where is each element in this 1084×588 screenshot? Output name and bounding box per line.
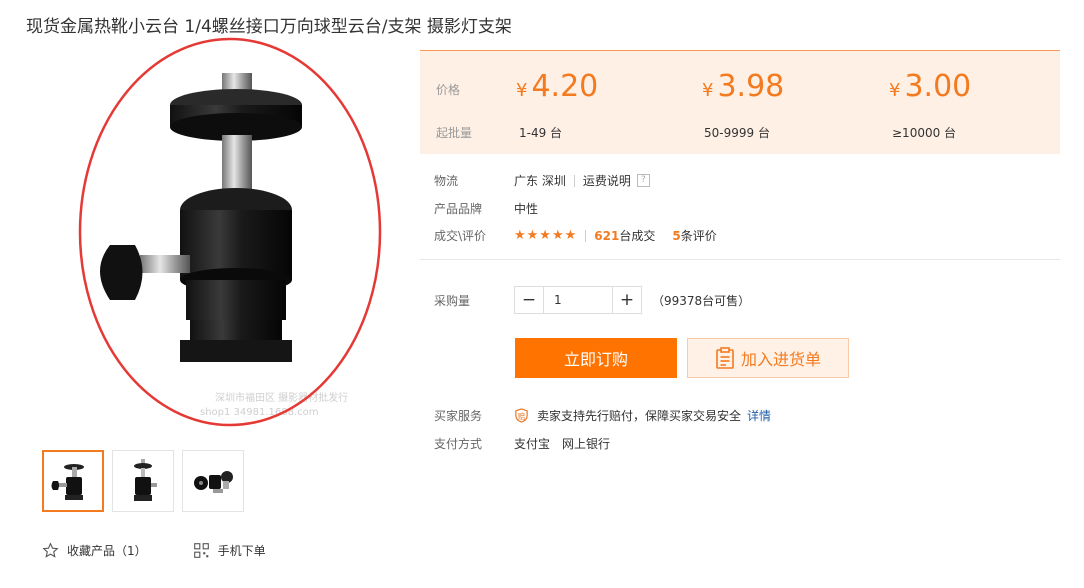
- buyer-service-row: 买家服务 赔 卖家支持先行赔付，保障买家交易安全 详情: [434, 407, 771, 424]
- reviews-suffix: 条评价: [680, 229, 717, 243]
- logistics-label: 物流: [434, 174, 459, 188]
- deals-count[interactable]: 621: [594, 229, 619, 243]
- mobile-order-label: 手机下单: [217, 544, 266, 558]
- purchase-quantity-row: 采购量 − 1 + （99378台可售）: [434, 286, 750, 314]
- brand-row: 产品品牌 中性: [434, 200, 538, 217]
- thumbnail-1[interactable]: [42, 450, 104, 512]
- batch-range-3: ≥10000 台: [892, 126, 957, 140]
- buyer-service-text: 卖家支持先行赔付，保障买家交易安全: [537, 409, 742, 423]
- price-tier-3: ¥ 3.00: [889, 69, 971, 104]
- thumb-front-icon: [51, 464, 84, 500]
- svg-text:赔: 赔: [518, 411, 526, 421]
- transactions-label: 成交\评价: [434, 229, 487, 243]
- favorite-label: 收藏产品（1）: [67, 544, 147, 558]
- svg-text:shop1 34981.1688.com: shop1 34981.1688.com: [200, 407, 319, 418]
- section-divider: [420, 259, 1060, 260]
- price-value: 4.20: [531, 69, 599, 104]
- buyer-service-label: 买家服务: [434, 409, 483, 423]
- svg-text:深圳市福田区 摄影器材批发行: 深圳市福田区 摄影器材批发行: [215, 391, 348, 404]
- quantity-stepper: − 1 +: [514, 286, 642, 314]
- shipping-note-link[interactable]: 运费说明: [583, 172, 631, 189]
- increase-button[interactable]: +: [613, 287, 641, 313]
- add-to-list-button[interactable]: 加入进货单: [687, 338, 849, 378]
- star-outline-icon: [42, 542, 59, 558]
- payment-label: 支付方式: [434, 437, 483, 451]
- brand-label: 产品品牌: [434, 202, 483, 216]
- mobile-order-button[interactable]: 手机下单: [193, 542, 266, 559]
- currency-symbol: ¥: [516, 80, 528, 101]
- price-tier-2: ¥ 3.98: [702, 69, 784, 104]
- transactions-row: 成交\评价 ★★★★★ 621 台成交 5 条评价: [434, 227, 717, 244]
- clipboard-icon: [716, 347, 734, 369]
- brand-value: 中性: [514, 202, 539, 216]
- payment-method-alipay: 支付宝: [514, 437, 551, 451]
- shield-compensation-icon: 赔: [515, 408, 528, 423]
- qr-code-icon: [193, 543, 209, 558]
- thumb-parts-icon: [194, 471, 233, 493]
- batch-range-1: 1-49 台: [519, 126, 563, 140]
- batch-range-2: 50-9999 台: [704, 126, 770, 140]
- separator: [585, 229, 587, 242]
- separator: [573, 174, 575, 187]
- details-link[interactable]: 详情: [747, 407, 771, 424]
- rating-stars-icon: ★★★★★: [514, 228, 578, 243]
- product-title: 现货金属热靴小云台 1/4螺丝接口万向球型云台/支架 摄影灯支架: [26, 17, 512, 37]
- thumb-side-icon: [134, 459, 157, 501]
- price-value: 3.00: [904, 69, 972, 104]
- product-actions: 收藏产品（1） 手机下单: [42, 542, 312, 559]
- payment-row: 支付方式 支付宝 网上银行: [434, 435, 610, 452]
- reviews-count[interactable]: 5: [672, 229, 680, 243]
- thumbnail-gallery: [42, 450, 244, 512]
- ball-head-mount-image: 深圳市福田区 摄影器材批发行 shop1 34981.1688.com: [78, 37, 382, 427]
- main-product-image[interactable]: 深圳市福田区 摄影器材批发行 shop1 34981.1688.com: [40, 35, 400, 435]
- thumbnail-3[interactable]: [182, 450, 244, 512]
- currency-symbol: ¥: [889, 80, 901, 101]
- deals-suffix: 台成交: [619, 229, 656, 243]
- available-stock: （99378台可售）: [652, 293, 751, 308]
- payment-method-netbank: 网上银行: [562, 437, 611, 451]
- price-panel: 价格 起批量 ¥ 4.20 ¥ 3.98 ¥ 3.00 1-49 台 50-99…: [420, 50, 1060, 154]
- help-icon[interactable]: ?: [636, 174, 650, 187]
- decrease-button[interactable]: −: [515, 287, 543, 313]
- price-label: 价格: [436, 83, 461, 97]
- batch-label: 起批量: [436, 126, 473, 140]
- thumbnail-2[interactable]: [112, 450, 174, 512]
- currency-symbol: ¥: [702, 80, 714, 101]
- separator: [663, 230, 664, 242]
- buy-now-button[interactable]: 立即订购: [515, 338, 677, 378]
- price-tier-1: ¥ 4.20: [516, 69, 598, 104]
- purchase-label: 采购量: [434, 293, 471, 308]
- price-value: 3.98: [717, 69, 785, 104]
- shipping-location: 广东 深圳: [514, 174, 566, 188]
- add-to-list-label: 加入进货单: [740, 350, 821, 369]
- logistics-row: 物流 广东 深圳 运费说明 ?: [434, 172, 650, 189]
- quantity-input[interactable]: 1: [543, 287, 613, 313]
- favorite-button[interactable]: 收藏产品（1）: [42, 542, 147, 559]
